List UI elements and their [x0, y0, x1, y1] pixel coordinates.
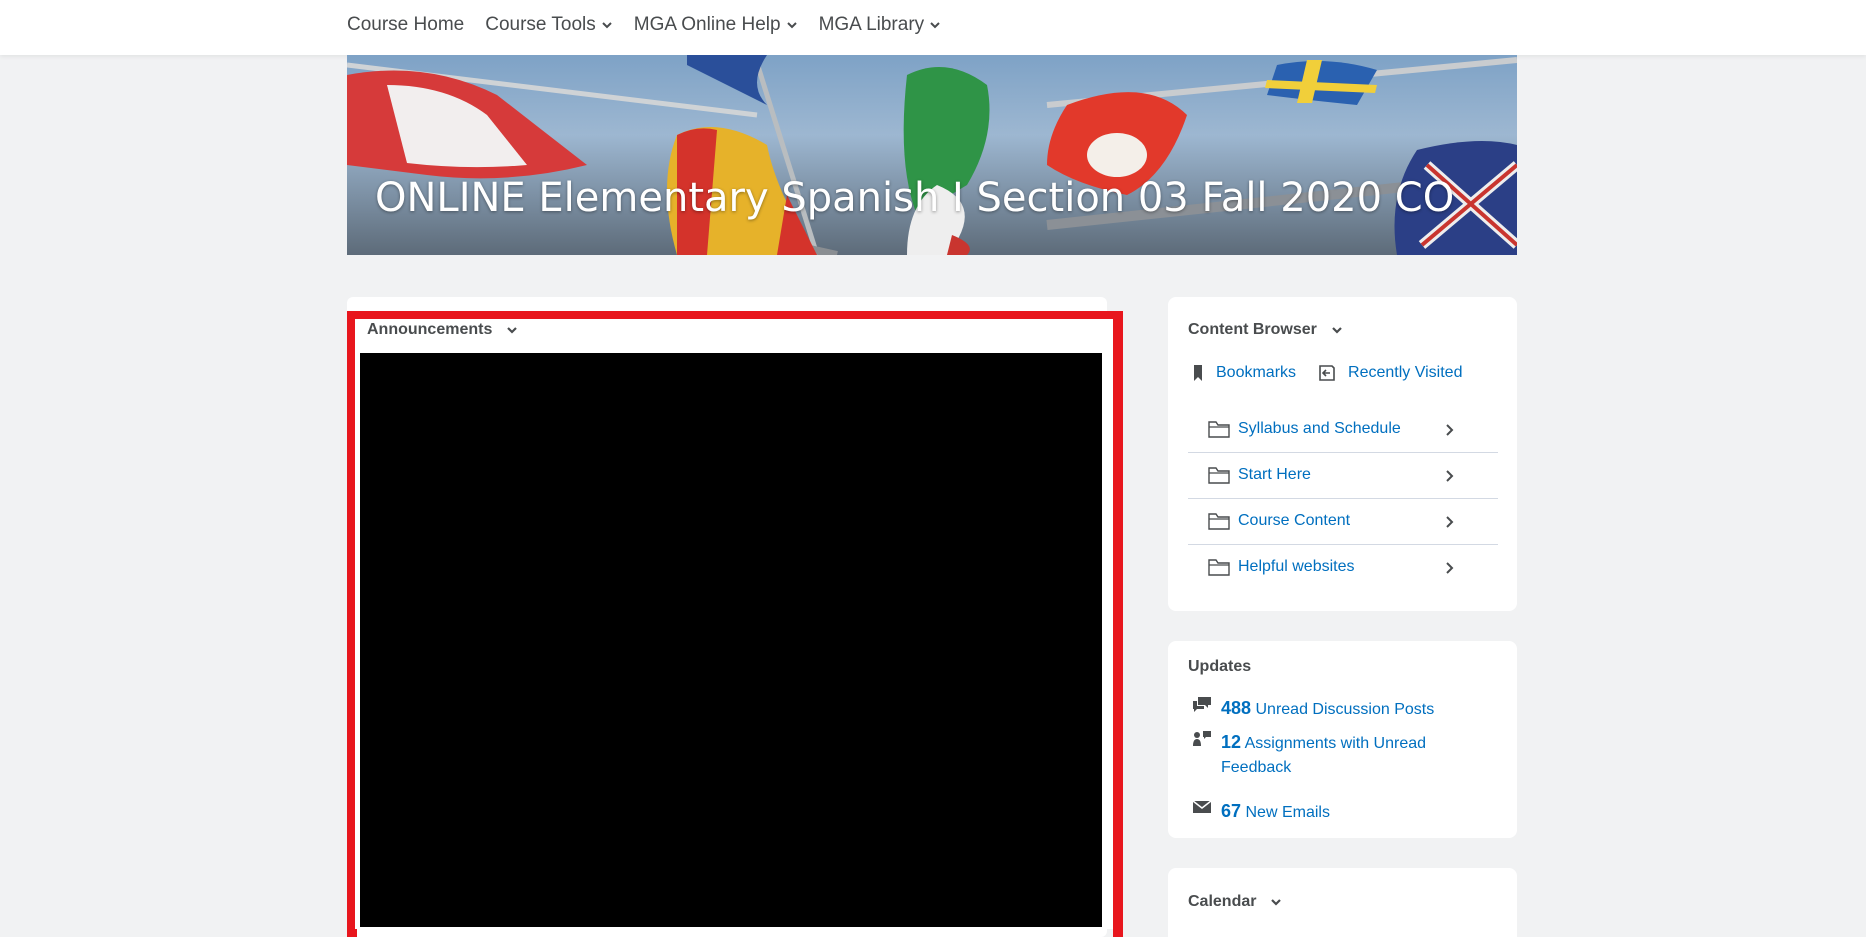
- update-label-continued: Feedback: [1221, 759, 1292, 776]
- chevron-down-icon: [602, 22, 612, 29]
- top-navigation: Course Home Course Tools MGA Online Help…: [0, 0, 1866, 55]
- folder-icon: [1208, 513, 1230, 530]
- chevron-right-icon: [1446, 562, 1454, 574]
- calendar-card: Calendar: [1168, 868, 1517, 937]
- content-browser-header[interactable]: Content Browser: [1188, 321, 1343, 339]
- module-start-here[interactable]: Start Here: [1188, 453, 1498, 499]
- updates-card: Updates 488 Unread Discussion Posts 12 A…: [1168, 641, 1517, 838]
- recently-visited-label: Recently Visited: [1348, 364, 1463, 381]
- folder-icon: [1208, 559, 1230, 576]
- chevron-down-icon[interactable]: [1270, 896, 1282, 908]
- email-icon: [1192, 800, 1212, 813]
- update-discussion-posts[interactable]: 488 Unread Discussion Posts: [1192, 696, 1434, 722]
- chevron-down-icon: [786, 22, 797, 29]
- nav-links: Course Home Course Tools MGA Online Help…: [347, 0, 941, 50]
- course-title: ONLINE Elementary Spanish I Section 03 F…: [375, 175, 1455, 221]
- folder-icon: [1208, 421, 1230, 438]
- nav-mga-library-label: MGA Library: [818, 14, 925, 35]
- update-count: 12: [1221, 732, 1242, 752]
- announcements-content-area: [360, 353, 1102, 927]
- nav-course-home-label: Course Home: [347, 14, 465, 35]
- nav-mga-online-help[interactable]: MGA Online Help: [634, 14, 798, 36]
- content-browser-card: Content Browser Bookmarks Recently Visit…: [1168, 297, 1517, 611]
- nav-mga-library[interactable]: MGA Library: [819, 14, 942, 36]
- chevron-right-icon: [1446, 424, 1454, 436]
- chevron-down-icon: [930, 22, 940, 29]
- module-course-content[interactable]: Course Content: [1188, 499, 1498, 545]
- bookmarks-label: Bookmarks: [1216, 364, 1297, 381]
- module-label: Course Content: [1238, 512, 1351, 529]
- recently-visited-icon: [1319, 365, 1335, 381]
- nav-course-home[interactable]: Course Home: [347, 14, 464, 36]
- scrollbar[interactable]: [1102, 353, 1113, 927]
- update-count: 488: [1221, 698, 1252, 718]
- update-count: 67: [1221, 801, 1242, 821]
- updates-title: Updates: [1188, 658, 1252, 675]
- folder-icon: [1208, 467, 1230, 484]
- bookmark-icon: [1194, 365, 1202, 381]
- nav-course-tools-label: Course Tools: [485, 14, 596, 35]
- module-list: Syllabus and Schedule Start Here Course …: [1188, 407, 1498, 591]
- bookmarks-link[interactable]: Bookmarks: [1192, 364, 1296, 382]
- nav-mga-online-help-label: MGA Online Help: [633, 14, 781, 35]
- chevron-right-icon: [1446, 470, 1454, 482]
- update-label: Assignments with Unread: [1244, 735, 1427, 752]
- flags-banner-image: [347, 55, 1517, 255]
- module-helpful-websites[interactable]: Helpful websites: [1188, 545, 1498, 591]
- module-label: Syllabus and Schedule: [1238, 420, 1401, 437]
- calendar-title: Calendar: [1188, 893, 1257, 910]
- content-browser-title: Content Browser: [1188, 321, 1317, 338]
- quick-links: Bookmarks Recently Visited: [1192, 364, 1462, 382]
- module-syllabus-and-schedule[interactable]: Syllabus and Schedule: [1188, 407, 1498, 453]
- update-label: New Emails: [1245, 804, 1330, 821]
- assignment-icon: [1193, 731, 1211, 746]
- announcements-header[interactable]: Announcements: [367, 318, 518, 342]
- calendar-header[interactable]: Calendar: [1188, 893, 1282, 911]
- update-assignments-feedback[interactable]: 12 Assignments with Unread Feedback: [1192, 730, 1426, 780]
- update-new-emails[interactable]: 67 New Emails: [1192, 799, 1330, 825]
- announcements-title: Announcements: [367, 321, 493, 338]
- nav-course-tools[interactable]: Course Tools: [485, 14, 613, 36]
- update-label: Unread Discussion Posts: [1255, 701, 1435, 718]
- module-label: Helpful websites: [1238, 558, 1355, 575]
- course-banner: ONLINE Elementary Spanish I Section 03 F…: [347, 55, 1517, 255]
- discussion-icon: [1193, 697, 1211, 712]
- chevron-down-icon[interactable]: [1331, 324, 1343, 336]
- chevron-down-icon[interactable]: [506, 324, 518, 336]
- chevron-right-icon: [1446, 516, 1454, 528]
- recently-visited-link[interactable]: Recently Visited: [1318, 364, 1462, 382]
- module-label: Start Here: [1238, 466, 1311, 483]
